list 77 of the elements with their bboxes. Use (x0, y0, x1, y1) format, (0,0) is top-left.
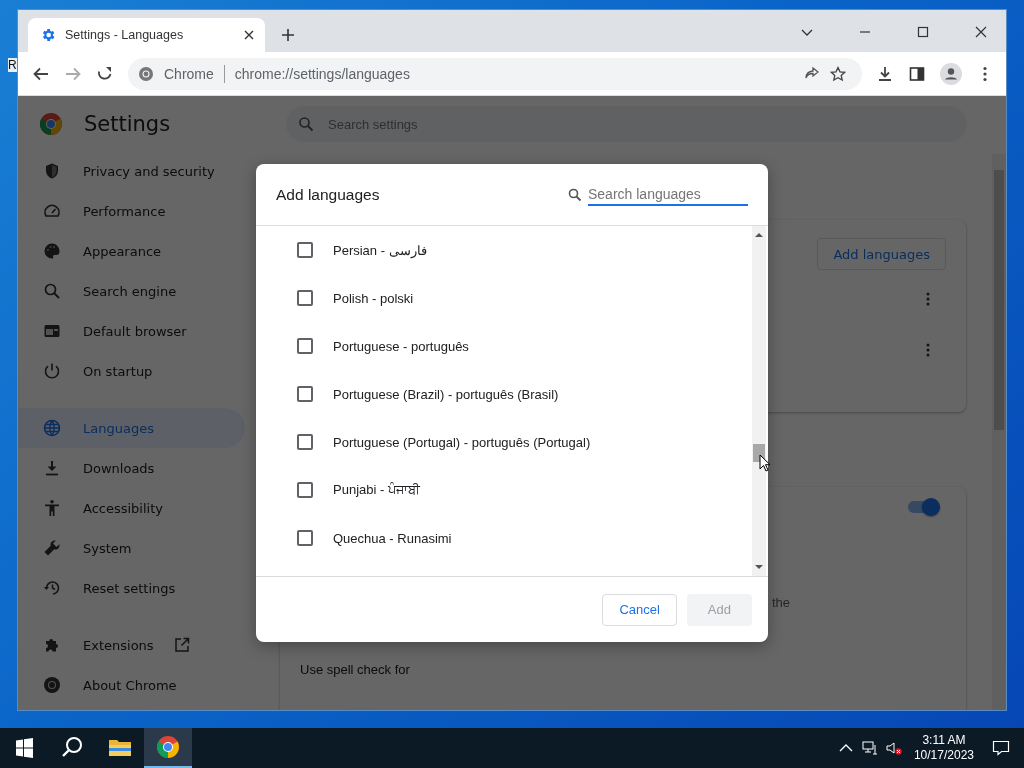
history-clock-icon (43, 579, 61, 597)
url-text: chrome://settings/languages (234, 65, 410, 82)
globe-icon (43, 419, 61, 437)
language-option-label[interactable]: Portuguese - português (333, 338, 469, 354)
gear-icon (40, 27, 56, 43)
search-icon (43, 282, 61, 300)
close-icon[interactable] (975, 26, 987, 38)
sidebar-item[interactable]: Search engine (18, 271, 245, 311)
checkbox[interactable] (297, 338, 313, 354)
chrome-logo-icon (138, 65, 154, 82)
language-option-label[interactable]: Portuguese (Brazil) - português (Brasil) (333, 386, 559, 402)
clock-date[interactable]: 10/17/2023 (913, 748, 974, 763)
sidebar-item[interactable]: Languages (18, 408, 245, 448)
address-bar[interactable]: Chrome chrome://settings/languages (128, 57, 862, 90)
shield-icon (43, 162, 61, 180)
close-icon[interactable] (243, 29, 255, 41)
sidebar-item[interactable]: Default browser (18, 311, 245, 351)
checkbox[interactable] (297, 434, 313, 450)
chrome-logo-icon (156, 735, 180, 759)
clock-time[interactable]: 3:11 AM (922, 733, 966, 748)
toggle-switch[interactable] (908, 501, 938, 513)
description-text: the (772, 595, 791, 610)
download-icon[interactable] (876, 64, 894, 83)
sidebar-item[interactable]: About Chrome (18, 665, 245, 705)
browser-window-icon (43, 322, 61, 340)
browser-tab[interactable]: Settings - Languages (28, 18, 265, 52)
language-option-label[interactable]: Punjabi - ਪੰਜਾਬੀ (333, 482, 420, 498)
checkbox[interactable] (297, 530, 313, 546)
checkbox[interactable] (297, 386, 313, 402)
page-scrollbar[interactable] (992, 154, 1006, 710)
download-icon (43, 459, 61, 477)
power-icon (43, 362, 61, 380)
settings-title: Settings (84, 111, 171, 136)
sidebar-item[interactable]: On startup (18, 351, 245, 391)
spell-check-label: Use spell check for (300, 662, 410, 677)
list-scrollbar[interactable] (752, 226, 766, 576)
checkbox[interactable] (297, 482, 313, 498)
wrench-icon (43, 539, 61, 557)
sidebar-item[interactable]: Privacy and security (18, 151, 245, 191)
language-option-label[interactable]: Polish - polski (333, 290, 414, 306)
language-option-label[interactable]: Persian - فارسی (333, 242, 427, 258)
sidebar-item[interactable]: Reset settings (18, 568, 245, 608)
accessibility-person-icon (43, 499, 61, 517)
side-panel-icon[interactable] (908, 64, 926, 83)
network-icon[interactable] (861, 740, 878, 756)
notification-icon[interactable] (992, 739, 1010, 757)
language-option-label[interactable]: Portuguese (Portugal) - português (Portugal) (333, 434, 591, 450)
sidebar-item[interactable]: Extensions (18, 625, 245, 665)
chrome-taskbar-button[interactable] (144, 728, 192, 768)
chrome-logo-icon (43, 676, 61, 694)
desktop-icon-label: R (8, 58, 17, 72)
speaker-muted-icon[interactable] (885, 740, 902, 756)
add-languages-button[interactable]: Add languages (817, 238, 946, 270)
scroll-up-arrow-icon[interactable] (755, 232, 763, 238)
profile-avatar-icon[interactable] (940, 62, 962, 85)
star-icon[interactable] (830, 65, 846, 82)
maximize-icon[interactable] (917, 26, 929, 38)
scroll-down-arrow-icon[interactable] (755, 564, 763, 570)
chrome-logo-icon (39, 111, 63, 136)
palette-icon (43, 242, 61, 260)
cancel-button[interactable]: Cancel (602, 593, 677, 626)
sidebar-item[interactable]: Performance (18, 191, 245, 231)
sidebar-item[interactable]: Appearance (18, 231, 245, 271)
language-option-label[interactable]: Quechua - Runasimi (333, 530, 452, 546)
sidebar-item[interactable]: System (18, 528, 245, 568)
gauge-icon (43, 202, 61, 220)
site-chip-label: Chrome (164, 65, 214, 82)
sidebar-item[interactable]: Downloads (18, 448, 245, 488)
puzzle-piece-icon (43, 636, 61, 654)
checkbox[interactable] (297, 290, 313, 306)
checkbox[interactable] (297, 242, 313, 258)
dialog-title: Add languages (276, 185, 381, 204)
reload-icon[interactable] (96, 64, 114, 83)
search-icon (568, 187, 582, 202)
sidebar-item[interactable]: Accessibility (18, 488, 245, 528)
new-tab-plus-icon[interactable] (281, 28, 295, 42)
search-icon (298, 116, 314, 132)
